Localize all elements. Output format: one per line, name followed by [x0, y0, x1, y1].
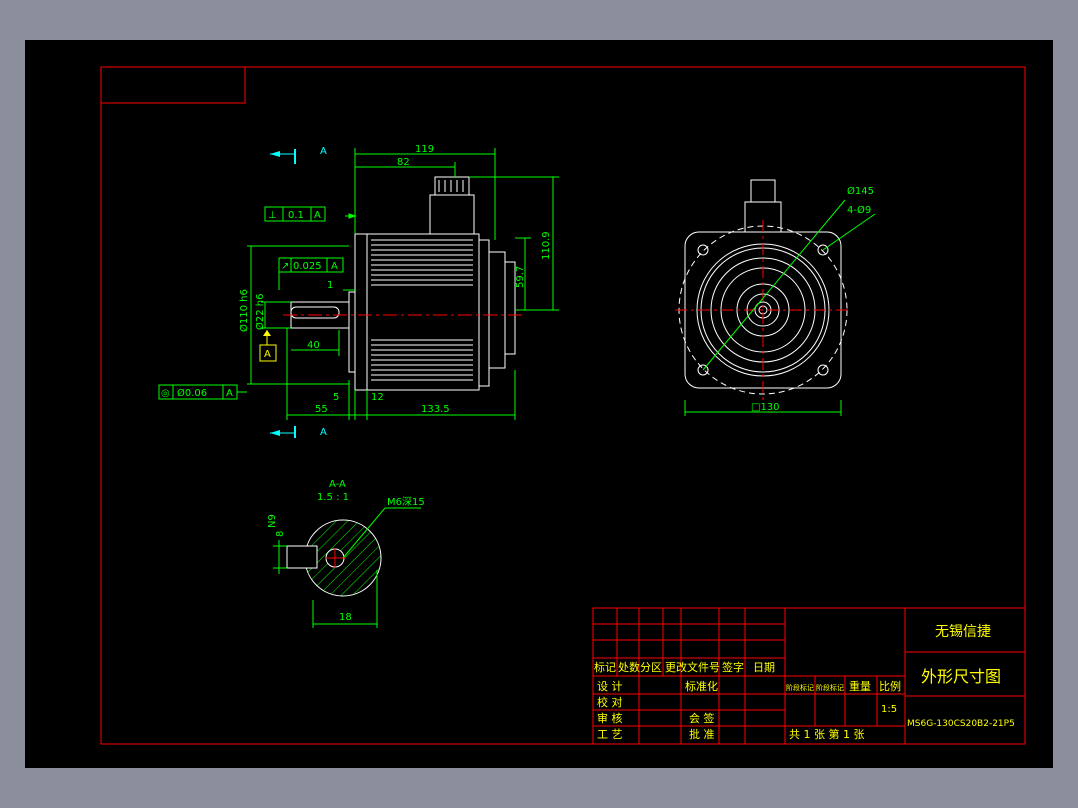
scale-label: 比例 — [879, 679, 901, 693]
section-view: A-A 1.5 : 1 M6深15 N9 8 18 — [267, 479, 425, 628]
role-design: 设 计 — [597, 680, 623, 693]
dim-bolt-circle: Ø145 — [847, 185, 874, 197]
dim-body-length: 82 — [397, 157, 410, 168]
dim-flange-offset: 12 — [371, 392, 384, 403]
dim-pilot-diameter: Ø110 h6 — [238, 289, 250, 332]
dim-flange-thickness: 5 — [333, 392, 339, 403]
tolerance-perpendicularity: ⊥ 0.1 A — [264, 206, 326, 222]
header-cell-3: 更改文件号 — [665, 660, 720, 674]
dim-shaft-key-length: 40 — [307, 340, 320, 351]
header-cell-1: 处数 — [618, 661, 640, 674]
sig-approve: 批 准 — [689, 727, 715, 741]
section-marker-bottom: A — [320, 427, 327, 438]
dim-height-top: 110.9 — [541, 231, 552, 260]
scale-value: 1:5 — [881, 704, 897, 715]
header-cell-5: 日期 — [753, 661, 775, 674]
key-depth: 18 — [339, 612, 352, 623]
drawing-canvas[interactable]: A A 119 82 110.9 59.7 Ø110 h6 Ø22 h6 40 … — [25, 40, 1053, 768]
header-cell-2: 分区 — [640, 661, 662, 674]
end-view — [675, 179, 851, 400]
sig-countersign: 会 签 — [689, 711, 715, 725]
sig-standard: 标准化 — [685, 679, 718, 693]
sheet-border — [100, 66, 1026, 745]
header-cell-4: 签字 — [722, 660, 744, 674]
role-check: 校 对 — [597, 695, 623, 709]
viewport: A A 119 82 110.9 59.7 Ø110 h6 Ø22 h6 40 … — [0, 0, 1078, 808]
dim-shaft-total: 55 — [315, 404, 328, 415]
key-width: 8 — [275, 531, 286, 537]
runout-datum: A — [331, 261, 338, 272]
concentricity-datum: A — [226, 388, 233, 399]
dim-overall-length: 119 — [415, 144, 434, 155]
key-width-label: N9 — [267, 514, 278, 528]
thread-spec: M6深15 — [387, 496, 425, 508]
runout-value: 0.025 — [293, 261, 322, 272]
company-name: 无锡信捷 — [935, 624, 991, 640]
role-review: 审 核 — [597, 711, 623, 725]
perpendicularity-value: 0.1 — [288, 210, 304, 221]
dim-shoulder: 1 — [327, 280, 333, 291]
concentricity-symbol: ◎ — [161, 388, 170, 399]
header-row: 标记 处数 分区 更改文件号 签字 日期 — [594, 660, 775, 674]
datum-marker: A — [259, 330, 277, 362]
weight-label: 重量 — [849, 679, 871, 693]
tolerance-runout: ↗ 0.025 A — [278, 257, 344, 290]
dim-height-axis: 59.7 — [515, 266, 526, 288]
corner-box — [100, 66, 246, 104]
dim-shaft-diameter: Ø22 h6 — [254, 294, 266, 330]
dim-body-total: 133.5 — [421, 404, 450, 415]
sheet-count: 共 1 张 第 1 张 — [789, 727, 864, 741]
perpendicularity-datum: A — [314, 210, 321, 221]
drawing-title: 外形尺寸图 — [921, 667, 1001, 686]
stage-label-2: 阶段标记 — [816, 683, 844, 692]
perpendicularity-symbol: ⊥ — [268, 210, 277, 221]
front-view: A A 119 82 110.9 59.7 Ø110 h6 Ø22 h6 40 … — [158, 144, 559, 438]
header-cell-0: 标记 — [594, 660, 616, 674]
section-marker-top: A — [320, 146, 327, 157]
drawing-number: MS6G-130CS20B2-21P5 — [907, 719, 1015, 729]
stage-label-1: 阶段标记 — [786, 683, 814, 692]
section-title: A-A — [329, 479, 346, 490]
concentricity-value: Ø0.06 — [177, 387, 207, 399]
dim-holes: 4-Ø9 — [847, 204, 871, 216]
role-process: 工 艺 — [597, 728, 623, 741]
dim-square: □130 — [751, 402, 780, 413]
drawing-svg: A A 119 82 110.9 59.7 Ø110 h6 Ø22 h6 40 … — [100, 66, 1026, 745]
tolerance-concentricity: ◎ Ø0.06 A — [158, 384, 247, 400]
datum-label: A — [264, 349, 271, 360]
runout-symbol: ↗ — [281, 261, 289, 272]
section-scale: 1.5 : 1 — [317, 492, 349, 503]
